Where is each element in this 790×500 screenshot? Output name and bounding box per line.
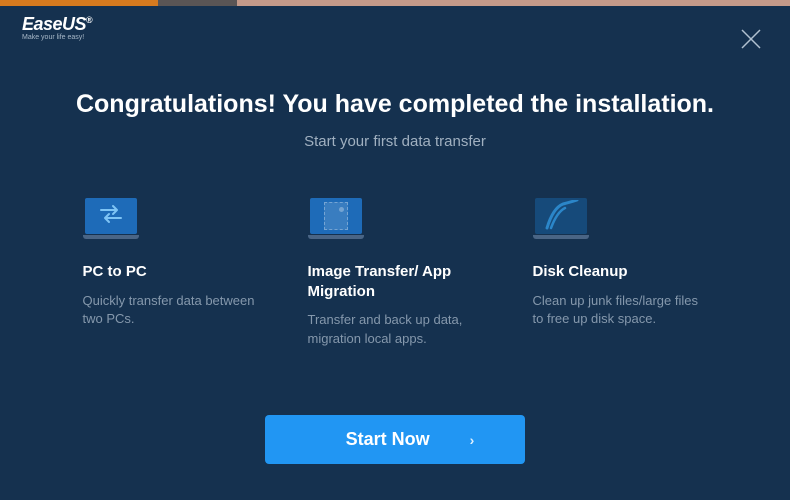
cta-label: Start Now xyxy=(346,429,430,450)
feature-title: Image Transfer/ App Migration xyxy=(308,262,483,301)
features-row: PC to PC Quickly transfer data between t… xyxy=(0,198,790,349)
page-title: Congratulations! You have completed the … xyxy=(0,90,790,119)
feature-description: Quickly transfer data between two PCs. xyxy=(83,292,258,330)
image-transfer-icon xyxy=(308,198,364,244)
feature-description: Transfer and back up data, migration loc… xyxy=(308,311,483,349)
feature-title: Disk Cleanup xyxy=(533,262,708,282)
disk-cleanup-icon xyxy=(533,198,589,244)
brand-header: EaseUS® Make your life easy! xyxy=(22,14,92,41)
close-icon xyxy=(740,28,762,50)
cta-container: Start Now › xyxy=(0,415,790,464)
main-content: Congratulations! You have completed the … xyxy=(0,0,790,349)
brand-name: EaseUS xyxy=(22,14,86,34)
page-subtitle: Start your first data transfer xyxy=(0,133,790,150)
feature-disk-cleanup[interactable]: Disk Cleanup Clean up junk files/large f… xyxy=(533,198,708,349)
feature-pc-to-pc[interactable]: PC to PC Quickly transfer data between t… xyxy=(83,198,258,349)
feature-description: Clean up junk files/large files to free … xyxy=(533,292,708,330)
feature-title: PC to PC xyxy=(83,262,258,282)
close-button[interactable] xyxy=(740,28,762,50)
brand-tagline: Make your life easy! xyxy=(22,34,84,41)
feature-image-transfer[interactable]: Image Transfer/ App Migration Transfer a… xyxy=(308,198,483,349)
pc-to-pc-icon xyxy=(83,198,139,244)
chevron-right-icon: › xyxy=(470,432,475,448)
start-now-button[interactable]: Start Now › xyxy=(265,415,525,464)
brand-logo: EaseUS® xyxy=(22,14,92,35)
top-accent-strip xyxy=(0,0,790,6)
